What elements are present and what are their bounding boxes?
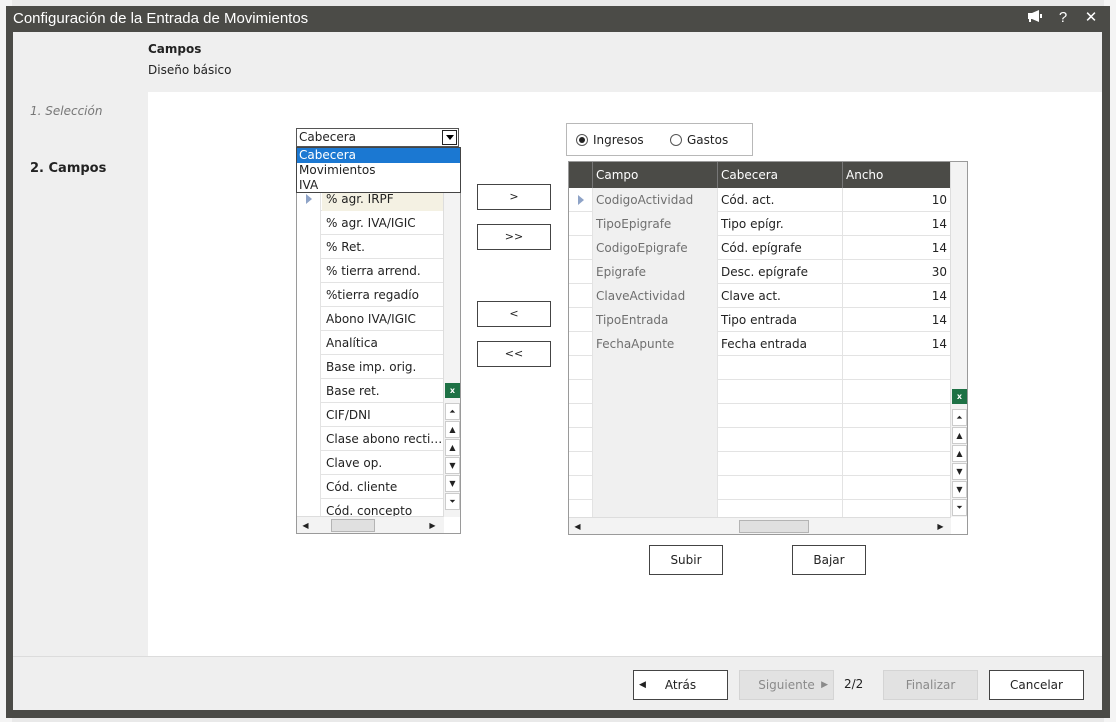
add-field-button[interactable]: > — [477, 184, 551, 210]
list-item[interactable]: Clave op. — [297, 451, 444, 475]
window-title: Configuración de la Entrada de Movimient… — [13, 10, 309, 27]
list-item[interactable]: CIF/DNI — [297, 403, 444, 427]
table-row[interactable]: TipoEpigrafe Tipo epígr. 14 — [569, 212, 950, 236]
scroll-bottom-icon[interactable]: ⏷ — [952, 499, 967, 516]
page-subtitle: Diseño básico — [148, 63, 232, 77]
scroll-page-up-icon[interactable]: ▲ — [952, 427, 967, 444]
main-content: Cabecera % agr. IRPF % agr. IVA/IGIC % R… — [148, 92, 1102, 656]
radio-gastos[interactable]: Gastos — [670, 133, 728, 147]
horizontal-scrollbar[interactable]: ◀ ▶ — [569, 517, 951, 534]
dropdown-option[interactable]: Movimientos — [297, 163, 460, 178]
remove-all-fields-button[interactable]: << — [477, 341, 551, 367]
combo-dropdown-list[interactable]: Cabecera Movimientos IVA — [296, 147, 461, 193]
empty-row — [569, 356, 950, 380]
scroll-left-icon[interactable]: ◀ — [570, 519, 585, 534]
list-item[interactable]: Cód. cliente — [297, 475, 444, 499]
scroll-page-up-icon[interactable]: ▲ — [445, 421, 460, 438]
list-item[interactable]: Abono IVA/IGIC — [297, 307, 444, 331]
list-item[interactable]: Clase abono rectificativa — [297, 427, 444, 451]
chevron-down-icon[interactable] — [442, 130, 457, 145]
cancel-button[interactable]: Cancelar — [989, 670, 1084, 700]
vertical-scrollbar[interactable]: x ⏶ ▲ ▲ ▼ ▼ ⏷ — [443, 187, 460, 517]
row-indicator-icon — [578, 195, 584, 205]
back-button[interactable]: ◀ Atrás — [633, 670, 728, 700]
scroll-right-icon[interactable]: ▶ — [425, 518, 440, 533]
table-row[interactable]: CodigoEpigrafe Cód. epígrafe 14 — [569, 236, 950, 260]
scroll-top-icon[interactable]: ⏶ — [952, 409, 967, 426]
wizard-header: Campos Diseño básico — [13, 32, 1102, 92]
empty-row — [569, 428, 950, 452]
dropdown-option[interactable]: IVA — [297, 178, 460, 193]
scroll-down-icon[interactable]: ▼ — [952, 463, 967, 480]
radio-unselected-icon[interactable] — [670, 134, 682, 146]
list-item[interactable]: % tierra arrend. — [297, 259, 444, 283]
move-down-button[interactable]: Bajar — [792, 545, 866, 575]
empty-row — [569, 452, 950, 476]
list-item[interactable]: Base ret. — [297, 379, 444, 403]
scroll-bottom-icon[interactable]: ⏷ — [445, 493, 460, 510]
help-icon[interactable]: ? — [1054, 9, 1072, 27]
scroll-up-icon[interactable]: ▲ — [952, 445, 967, 462]
horizontal-scrollbar[interactable]: ◀ ▶ — [297, 516, 444, 533]
scroll-down-icon[interactable]: ▼ — [445, 457, 460, 474]
list-item[interactable]: Analítica — [297, 331, 444, 355]
scroll-thumb[interactable] — [739, 520, 809, 533]
step-seleccion[interactable]: 1. Selección — [30, 104, 102, 118]
scroll-thumb[interactable] — [331, 519, 375, 532]
scroll-up-icon[interactable]: ▲ — [445, 439, 460, 456]
empty-row — [569, 476, 950, 500]
excel-export-icon[interactable]: x — [952, 389, 967, 404]
row-indicator-icon — [306, 194, 312, 204]
list-item[interactable]: % agr. IVA/IGIC — [297, 211, 444, 235]
table-row[interactable]: Epigrafe Desc. epígrafe 30 — [569, 260, 950, 284]
table-row[interactable]: CodigoActividad Cód. act. 10 — [569, 188, 950, 212]
list-item[interactable]: % Ret. — [297, 235, 444, 259]
empty-row — [569, 380, 950, 404]
scroll-page-down-icon[interactable]: ▼ — [445, 475, 460, 492]
table-row[interactable]: FechaApunte Fecha entrada 14 — [569, 332, 950, 356]
selected-fields-grid[interactable]: Campo Cabecera Ancho CodigoActividad Cód… — [568, 161, 968, 535]
table-type-combo[interactable]: Cabecera — [296, 128, 459, 147]
chevron-left-icon: ◀ — [639, 680, 646, 690]
step-campos[interactable]: 2. Campos — [30, 161, 106, 176]
grid-header: Campo Cabecera Ancho — [569, 162, 950, 188]
scroll-left-icon[interactable]: ◀ — [298, 518, 313, 533]
empty-row — [569, 404, 950, 428]
column-header-ancho[interactable]: Ancho — [843, 162, 950, 188]
table-row[interactable]: ClaveActividad Clave act. 14 — [569, 284, 950, 308]
vertical-scrollbar[interactable]: x ⏶ ▲ ▲ ▼ ▼ ⏷ — [950, 162, 967, 517]
radio-selected-icon[interactable] — [576, 134, 588, 146]
dialog-client: Campos Diseño básico 1. Selección 2. Cam… — [13, 32, 1102, 710]
radio-ingresos[interactable]: Ingresos — [576, 133, 644, 147]
table-row[interactable]: TipoEntrada Tipo entrada 14 — [569, 308, 950, 332]
add-all-fields-button[interactable]: >> — [477, 224, 551, 250]
excel-export-icon[interactable]: x — [445, 383, 460, 398]
dropdown-option[interactable]: Cabecera — [297, 148, 460, 163]
wizard-footer: ◀ Atrás Siguiente ▶ 2/2 Finalizar Cancel… — [13, 656, 1102, 710]
page-title: Campos — [148, 42, 202, 56]
combo-value: Cabecera — [299, 130, 356, 144]
finish-button[interactable]: Finalizar — [883, 670, 978, 700]
scroll-top-icon[interactable]: ⏶ — [445, 403, 460, 420]
close-icon[interactable]: ✕ — [1082, 9, 1100, 27]
megaphone-icon[interactable] — [1026, 9, 1044, 27]
next-button[interactable]: Siguiente ▶ — [739, 670, 834, 700]
scroll-page-down-icon[interactable]: ▼ — [952, 481, 967, 498]
titlebar: Configuración de la Entrada de Movimient… — [6, 6, 1110, 32]
remove-field-button[interactable]: < — [477, 301, 551, 327]
move-up-button[interactable]: Subir — [649, 545, 723, 575]
page-counter: 2/2 — [844, 677, 864, 691]
scroll-right-icon[interactable]: ▶ — [933, 519, 948, 534]
chevron-right-icon: ▶ — [821, 680, 828, 690]
column-header-cabecera[interactable]: Cabecera — [718, 162, 843, 188]
type-radio-group: Ingresos Gastos — [566, 123, 753, 156]
wizard-dialog: Configuración de la Entrada de Movimient… — [6, 6, 1110, 718]
column-header-campo[interactable]: Campo — [593, 162, 718, 188]
available-fields-grid[interactable]: % agr. IRPF % agr. IVA/IGIC % Ret. % tie… — [296, 186, 461, 534]
list-item[interactable]: Base imp. orig. — [297, 355, 444, 379]
list-item[interactable]: %tierra regadío — [297, 283, 444, 307]
